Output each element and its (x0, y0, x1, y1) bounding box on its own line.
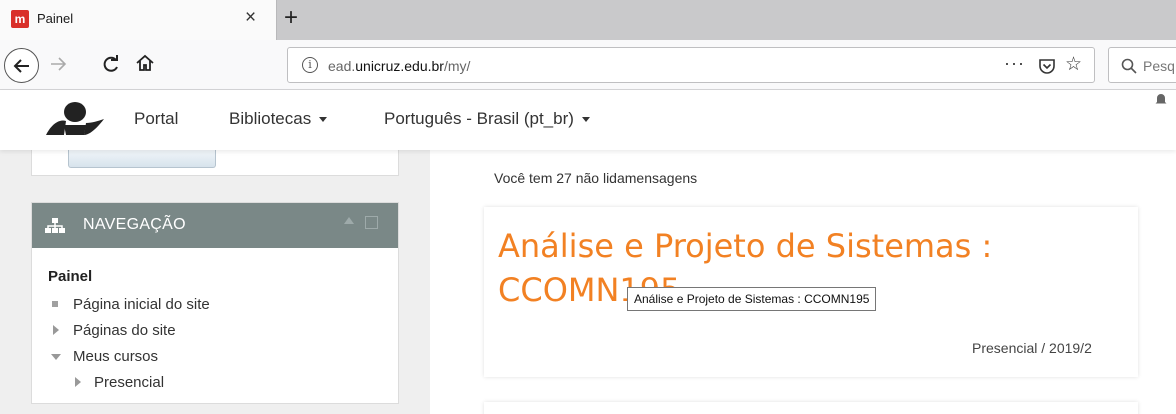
more-actions-icon[interactable]: ··· (1004, 53, 1025, 74)
nav-item-my-courses[interactable]: Meus cursos (73, 348, 158, 365)
site-header: Portal Bibliotecas Português - Brasil (p… (0, 90, 1176, 150)
course-category: Presencial / 2019/2 (972, 340, 1092, 356)
url-prefix: ead. (328, 58, 356, 74)
search-icon (1121, 58, 1137, 79)
nav-link-portal[interactable]: Portal (134, 109, 178, 129)
pocket-icon[interactable] (1038, 57, 1056, 80)
info-icon[interactable]: i (302, 57, 318, 73)
caret-down-icon (319, 117, 328, 123)
unicruz-logo[interactable] (44, 101, 106, 142)
nav-dropdown-bibliotecas[interactable]: Bibliotecas (229, 109, 328, 129)
browser-window: m Painel × + i ead.unicruz.edu.br/my/ ··… (0, 0, 1176, 414)
collapse-icon[interactable] (344, 217, 354, 224)
navigation-block-header: NAVEGAÇÃO (32, 203, 398, 248)
url-text[interactable]: ead.unicruz.edu.br/my/ (328, 58, 470, 74)
unread-messages-notice: Você tem 27 não lidamensagens (494, 170, 698, 186)
browser-toolbar: i ead.unicruz.edu.br/my/ ··· ☆ Pesq (0, 40, 1176, 90)
tab-title: Painel (37, 11, 74, 26)
reload-icon[interactable] (102, 54, 120, 79)
url-host: unicruz.edu.br (355, 58, 444, 74)
expand-arrow-icon[interactable] (53, 325, 59, 335)
back-arrow-icon[interactable] (4, 48, 39, 83)
browser-tab[interactable]: m Painel × (0, 0, 277, 40)
moodle-favicon-icon: m (11, 10, 29, 28)
block-button[interactable] (68, 148, 216, 168)
plus-icon[interactable]: + (284, 5, 298, 31)
course-card (484, 402, 1138, 414)
url-path: /my/ (443, 58, 471, 74)
nav-item-presencial[interactable]: Presencial (94, 374, 164, 391)
close-icon[interactable]: × (245, 8, 256, 28)
tooltip: Análise e Projeto de Sistemas : CCOMN195 (627, 287, 877, 311)
bookmark-star-icon[interactable]: ☆ (1065, 55, 1082, 75)
caret-down-icon (581, 117, 590, 123)
nav-item-painel[interactable]: Painel (48, 268, 92, 285)
notification-bell-icon[interactable] (1154, 92, 1168, 111)
bullet-icon (52, 301, 58, 307)
language-menu[interactable]: Português - Brasil (pt_br) (384, 109, 590, 129)
search-placeholder: Pesq (1143, 58, 1175, 74)
nav-dropdown-bibliotecas-label: Bibliotecas (229, 109, 312, 128)
address-bar[interactable]: i ead.unicruz.edu.br/my/ ··· ☆ (287, 47, 1095, 83)
home-icon[interactable] (135, 53, 155, 78)
forward-arrow-icon[interactable] (49, 55, 67, 78)
sitemap-icon (45, 218, 65, 239)
navigation-block-title: NAVEGAÇÃO (83, 216, 186, 233)
nav-item-site-home[interactable]: Página inicial do site (73, 296, 210, 313)
dock-icon[interactable] (365, 216, 378, 229)
search-input[interactable]: Pesq (1108, 47, 1176, 83)
nav-item-site-pages[interactable]: Páginas do site (73, 322, 176, 339)
tab-strip: m Painel × + (0, 0, 1176, 40)
collapse-arrow-icon[interactable] (51, 354, 61, 360)
expand-arrow-icon[interactable] (75, 377, 81, 387)
partial-block (31, 148, 399, 176)
language-menu-label: Português - Brasil (pt_br) (384, 109, 574, 128)
navigation-block: NAVEGAÇÃO Painel Página inicial do site … (31, 202, 399, 404)
